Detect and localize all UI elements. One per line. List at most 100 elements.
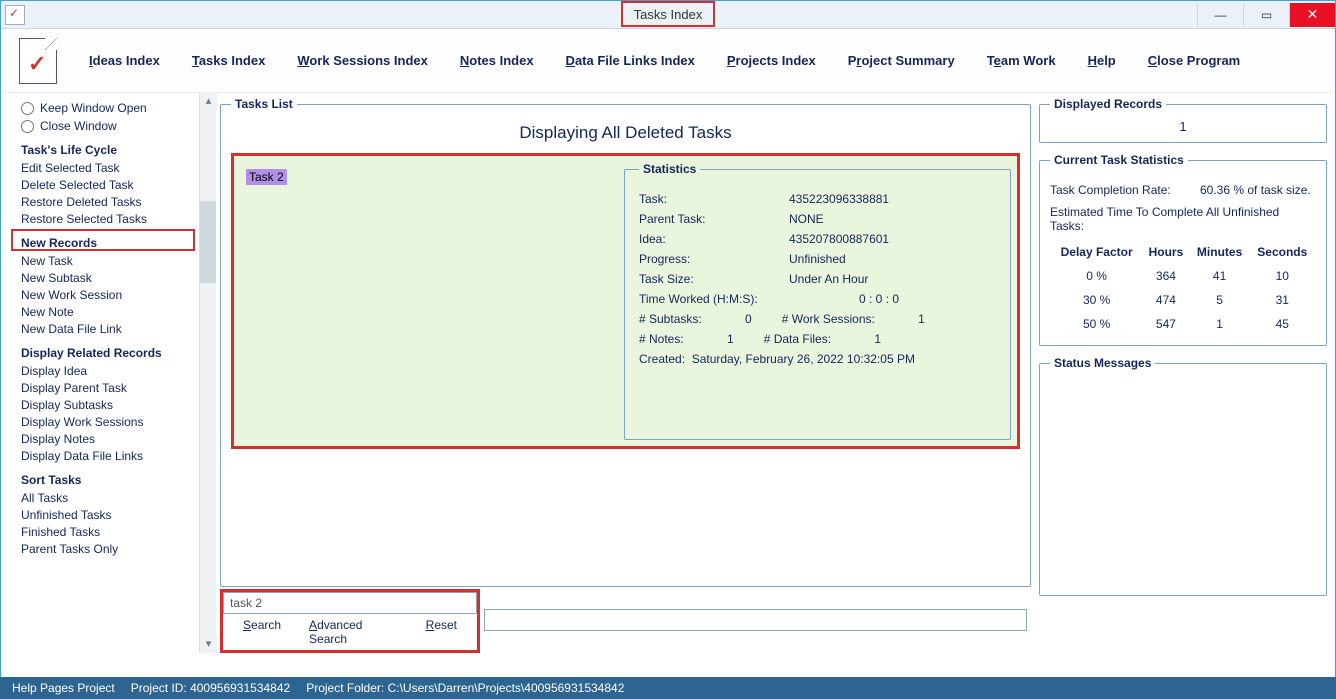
stat-notes-label: # Notes:	[639, 332, 684, 346]
stat-data-files-value: 1	[861, 332, 881, 346]
est-row-2: 50 %547145	[1052, 313, 1314, 335]
menu-work-sessions-index[interactable]: Work Sessions Index	[297, 53, 428, 68]
sidebar-sort-finished[interactable]: Finished Tasks	[21, 525, 189, 539]
menu-notes-index[interactable]: Notes Index	[460, 53, 534, 68]
status-project-id: Project ID: 400956931534842	[131, 681, 290, 695]
sidebar-delete-selected-task[interactable]: Delete Selected Task	[21, 178, 189, 192]
sidebar-new-task[interactable]: New Task	[21, 254, 189, 268]
stat-work-sessions-label: # Work Sessions:	[782, 312, 875, 326]
current-task-stats-legend: Current Task Statistics	[1050, 153, 1188, 167]
sidebar-display-work-sessions[interactable]: Display Work Sessions	[21, 415, 189, 429]
menu-projects-index[interactable]: Projects Index	[727, 53, 816, 68]
statusbar: Help Pages Project Project ID: 400956931…	[0, 677, 1336, 699]
stat-size-value: Under An Hour	[789, 272, 969, 286]
displayed-records-count: 1	[1050, 119, 1316, 134]
est-row-0: 0 %3644110	[1052, 265, 1314, 287]
scroll-up-icon[interactable]: ▴	[200, 93, 217, 110]
menu-help[interactable]: Help	[1088, 53, 1116, 68]
sidebar-header-new-records: New Records	[21, 236, 189, 250]
tasks-list-fieldset: Tasks List Displaying All Deleted Tasks …	[220, 97, 1031, 587]
menu-close-program[interactable]: Close Program	[1148, 53, 1240, 68]
col-minutes: Minutes	[1191, 241, 1249, 263]
advanced-search-button[interactable]: Advanced Search	[309, 618, 398, 646]
sidebar-display-notes[interactable]: Display Notes	[21, 432, 189, 446]
sidebar-edit-selected-task[interactable]: Edit Selected Task	[21, 161, 189, 175]
sidebar: Keep Window Open Close Window Task's Lif…	[1, 93, 199, 653]
sidebar-header-display-related: Display Related Records	[21, 346, 189, 360]
stat-time-value: 0 : 0 : 0	[789, 292, 969, 306]
stat-parent-value: NONE	[789, 212, 969, 226]
scroll-thumb[interactable]	[200, 201, 216, 283]
status-project-folder: Project Folder: C:\Users\Darren\Projects…	[306, 681, 624, 695]
app-icon	[5, 5, 25, 25]
statistics-panel: Statistics Task:435223096338881 Parent T…	[624, 162, 1011, 440]
tasks-annotation: Task 2 Statistics Task:435223096338881 P…	[231, 153, 1020, 449]
search-input[interactable]	[223, 592, 477, 614]
tasks-list-legend: Tasks List	[231, 97, 297, 111]
col-hours: Hours	[1143, 241, 1188, 263]
stat-idea-value: 435207800887601	[789, 232, 969, 246]
stat-data-files-label: # Data Files:	[764, 332, 831, 346]
menu-tasks-index[interactable]: Tasks Index	[192, 53, 265, 68]
stat-subtasks-value: 0	[732, 312, 752, 326]
scroll-down-icon[interactable]: ▾	[200, 636, 217, 653]
titlebar: Tasks Index — ▭ ✕	[1, 1, 1335, 29]
search-annotation: Search Advanced Search Reset	[220, 589, 480, 653]
search-input-extension[interactable]	[484, 609, 1027, 631]
sidebar-scrollbar[interactable]: ▴ ▾	[199, 93, 216, 653]
sidebar-display-parent-task[interactable]: Display Parent Task	[21, 381, 189, 395]
stat-created-value: Saturday, February 26, 2022 10:32:05 PM	[692, 352, 915, 366]
stat-progress-label: Progress:	[639, 252, 789, 266]
col-delay: Delay Factor	[1052, 241, 1141, 263]
sidebar-new-data-file-link[interactable]: New Data File Link	[21, 322, 189, 336]
stat-progress-value: Unfinished	[789, 252, 969, 266]
minimize-button[interactable]: —	[1197, 3, 1243, 27]
sidebar-new-work-session[interactable]: New Work Session	[21, 288, 189, 302]
menu-data-file-links-index[interactable]: Data File Links Index	[566, 53, 695, 68]
sidebar-sort-parent-only[interactable]: Parent Tasks Only	[21, 542, 189, 556]
displayed-records-legend: Displayed Records	[1050, 97, 1166, 111]
close-button[interactable]: ✕	[1289, 3, 1335, 27]
status-messages-fieldset: Status Messages	[1039, 356, 1327, 596]
stat-time-label: Time Worked (H:M:S):	[639, 292, 789, 306]
sidebar-header-sort-tasks: Sort Tasks	[21, 473, 189, 487]
task-item-selected[interactable]: Task 2	[246, 169, 287, 185]
menu-team-work[interactable]: Team Work	[987, 53, 1056, 68]
sidebar-sort-all[interactable]: All Tasks	[21, 491, 189, 505]
statistics-legend: Statistics	[639, 162, 700, 176]
stat-task-label: Task:	[639, 192, 789, 206]
menu-project-summary[interactable]: Project Summary	[848, 53, 955, 68]
sidebar-display-subtasks[interactable]: Display Subtasks	[21, 398, 189, 412]
radio-keep-open[interactable]: Keep Window Open	[21, 101, 189, 115]
sidebar-display-data-file-links[interactable]: Display Data File Links	[21, 449, 189, 463]
stat-work-sessions-value: 1	[905, 312, 925, 326]
window-title: Tasks Index	[634, 7, 703, 22]
sidebar-new-note[interactable]: New Note	[21, 305, 189, 319]
search-button[interactable]: Search	[243, 618, 281, 646]
col-seconds: Seconds	[1251, 241, 1314, 263]
stat-size-label: Task Size:	[639, 272, 789, 286]
stat-notes-value: 1	[714, 332, 734, 346]
sidebar-sort-unfinished[interactable]: Unfinished Tasks	[21, 508, 189, 522]
reset-button[interactable]: Reset	[426, 618, 457, 646]
status-messages-legend: Status Messages	[1050, 356, 1155, 370]
stat-idea-label: Idea:	[639, 232, 789, 246]
sidebar-new-subtask[interactable]: New Subtask	[21, 271, 189, 285]
stat-parent-label: Parent Task:	[639, 212, 789, 226]
sidebar-restore-selected-tasks[interactable]: Restore Selected Tasks	[21, 212, 189, 226]
sidebar-display-idea[interactable]: Display Idea	[21, 364, 189, 378]
sidebar-restore-deleted-tasks[interactable]: Restore Deleted Tasks	[21, 195, 189, 209]
displayed-records-fieldset: Displayed Records 1	[1039, 97, 1327, 143]
completion-rate-label: Task Completion Rate:	[1050, 183, 1200, 197]
status-help[interactable]: Help Pages Project	[12, 681, 115, 695]
stat-subtasks-label: # Subtasks:	[639, 312, 702, 326]
estimate-table: Delay Factor Hours Minutes Seconds 0 %36…	[1050, 239, 1316, 337]
menu-ideas-index[interactable]: Ideas Index	[89, 53, 160, 68]
deleted-tasks-title: Displaying All Deleted Tasks	[231, 123, 1020, 143]
completion-rate-value: 60.36 % of task size.	[1200, 183, 1311, 197]
document-icon	[19, 38, 57, 84]
radio-close-window[interactable]: Close Window	[21, 119, 189, 133]
task-list[interactable]: Task 2	[234, 156, 624, 446]
maximize-button[interactable]: ▭	[1243, 3, 1289, 27]
current-task-stats-fieldset: Current Task Statistics Task Completion …	[1039, 153, 1327, 346]
